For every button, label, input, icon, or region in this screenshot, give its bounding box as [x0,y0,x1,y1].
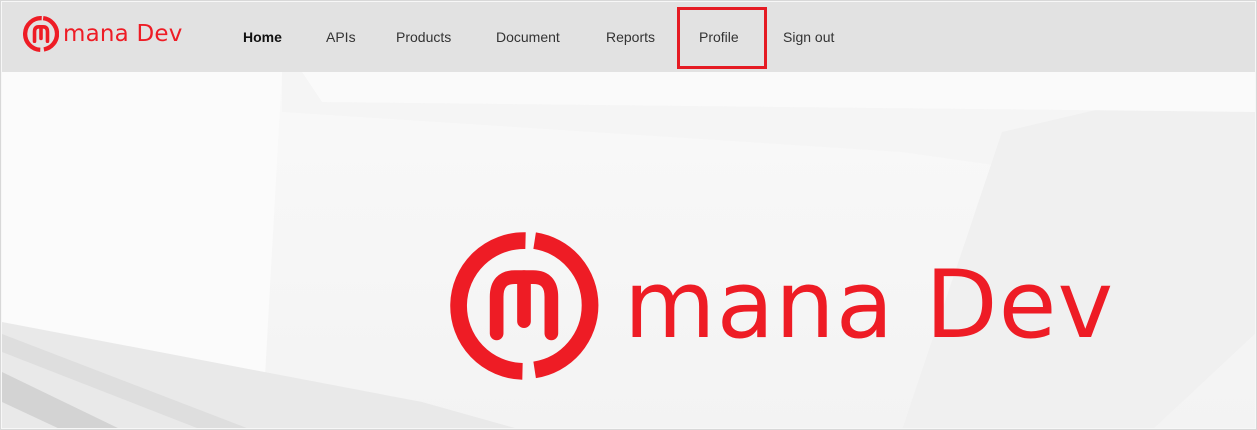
app-window: mana Dev Home APIs Products Document Rep… [0,0,1257,430]
hero-brand-name: mana Dev [624,251,1115,360]
hero-logo: mana Dev [448,230,1114,382]
mana-logo-icon [23,16,59,52]
nav-apis[interactable]: APIs [326,2,356,72]
mana-large-logo-icon [450,232,599,380]
nav-reports[interactable]: Reports [606,2,655,72]
nav-sign-out[interactable]: Sign out [783,2,834,72]
top-navbar: mana Dev Home APIs Products Document Rep… [2,2,1255,72]
hero-banner: mana Dev [2,72,1255,428]
nav-document[interactable]: Document [496,2,560,72]
nav-home[interactable]: Home [243,2,282,72]
nav-products[interactable]: Products [396,2,451,72]
brand-name: mana Dev [63,21,183,47]
nav-profile[interactable]: Profile [699,2,739,72]
brand-logo-link[interactable]: mana Dev [23,16,183,52]
